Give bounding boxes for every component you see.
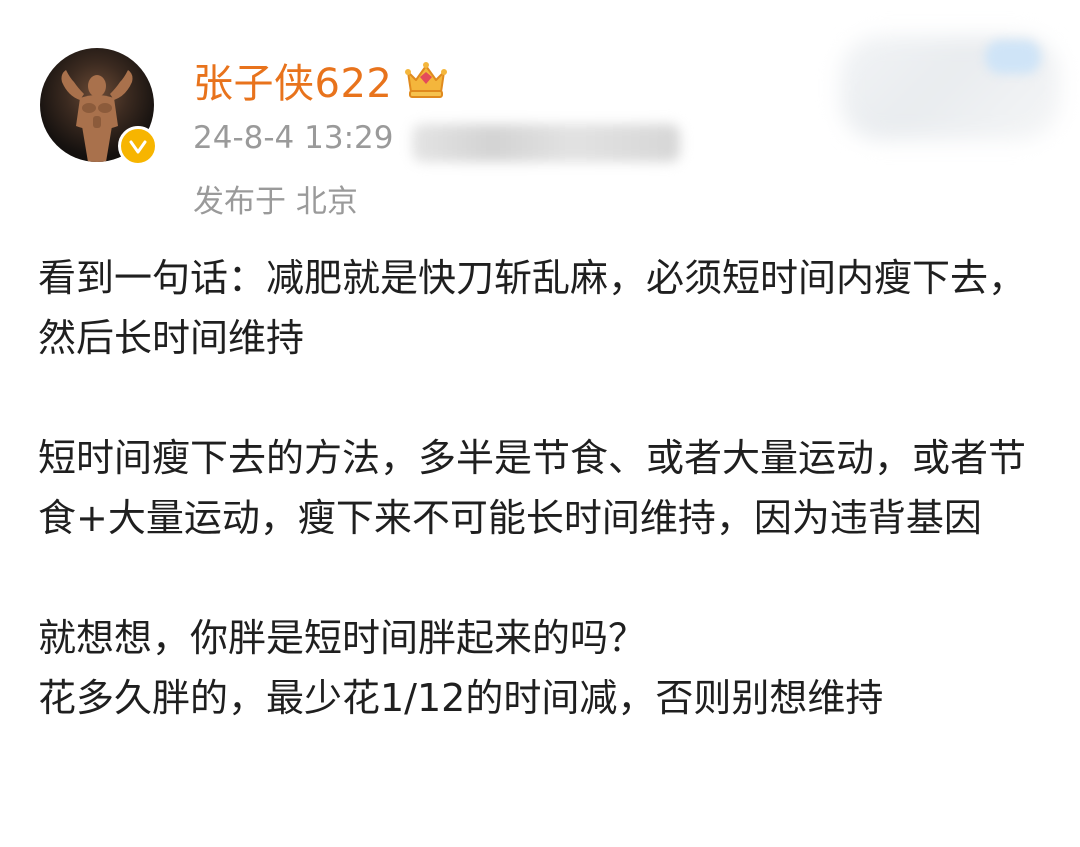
post-content: 看到一句话：减肥就是快刀斩乱麻，必须短时间内瘦下去，然后长时间维持 短时间瘦下去… <box>38 248 1048 728</box>
post-paragraph: 就想想，你胖是短时间胖起来的吗？ <box>38 616 647 660</box>
crown-badge-icon[interactable] <box>404 60 448 100</box>
post-source-redacted <box>412 124 680 162</box>
author-name[interactable]: 张子侠622 <box>193 51 392 109</box>
weibo-post: 张子侠622 24-8-4 13:29 发布于 北京 看到一句话：减肥就是快刀斩… <box>0 0 1080 847</box>
verified-badge-icon <box>118 126 158 166</box>
post-paragraph: 短时间瘦下去的方法，多半是节食、或者大量运动，或者节食+大量运动，瘦下来不可能长… <box>38 436 1027 540</box>
post-location: 发布于 北京 <box>193 184 358 220</box>
post-timestamp: 24-8-4 13:29 <box>193 120 394 156</box>
post-paragraph: 看到一句话：减肥就是快刀斩乱麻，必须短时间内瘦下去，然后长时间维持 <box>38 256 1027 360</box>
post-paragraph: 花多久胖的，最少花1/12的时间减，否则别想维持 <box>38 676 884 720</box>
follow-button-accent <box>985 40 1041 74</box>
author-row: 张子侠622 <box>193 52 448 108</box>
